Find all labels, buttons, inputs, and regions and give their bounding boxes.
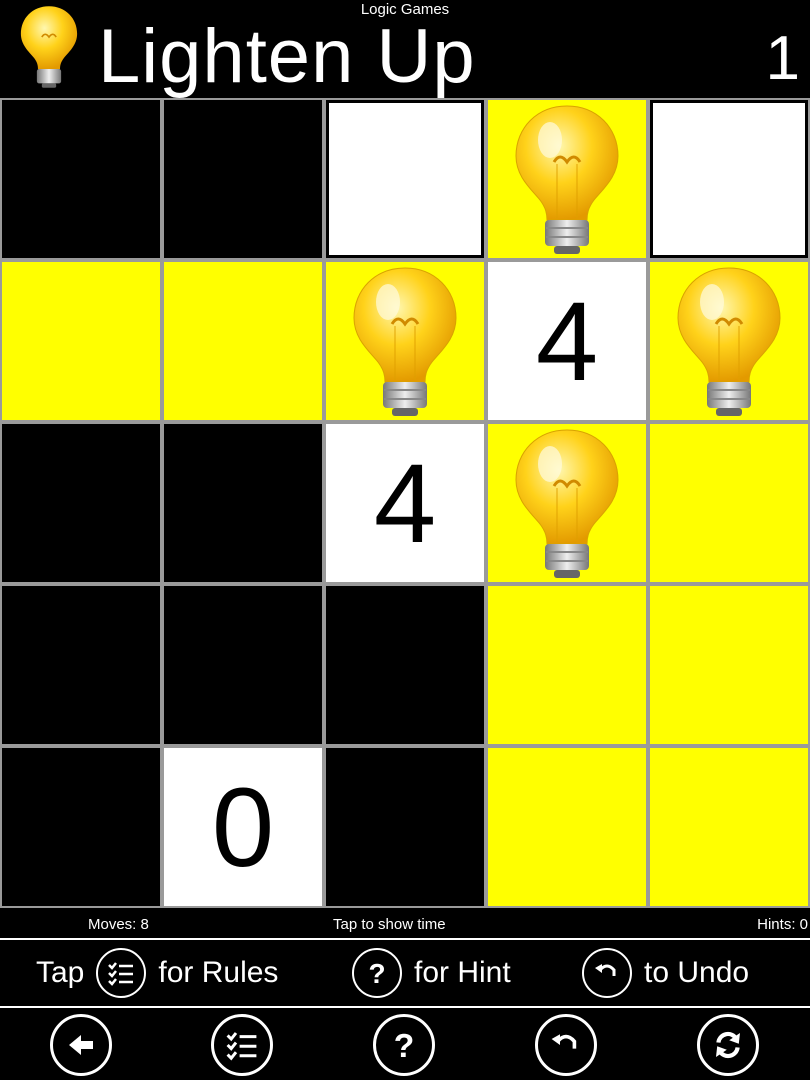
- bulb-cell[interactable]: [650, 262, 808, 420]
- cell-number: 4: [535, 278, 599, 404]
- unlit-cell[interactable]: [326, 100, 484, 258]
- lightbulb-logo-icon: [20, 6, 78, 88]
- help-rules-label: for Rules: [158, 956, 279, 989]
- back-icon: [69, 1035, 93, 1055]
- help-bar: Tap for Rules ? for Hint to Undo: [0, 938, 810, 1008]
- lit-cell[interactable]: [2, 262, 160, 420]
- level-number: 1: [765, 24, 800, 93]
- wall-cell: [164, 424, 322, 582]
- lit-cell[interactable]: [164, 262, 322, 420]
- lit-cell[interactable]: [488, 748, 646, 906]
- wall-cell: [2, 100, 160, 258]
- undo-icon: [582, 948, 632, 998]
- bulb-cell[interactable]: [326, 262, 484, 420]
- toolbar: ?: [0, 1008, 810, 1080]
- undo-button[interactable]: [535, 1014, 597, 1076]
- wall-cell: [164, 586, 322, 744]
- lightbulb-icon: [515, 429, 619, 578]
- wall-cell: [2, 748, 160, 906]
- wall-cell: [164, 100, 322, 258]
- rules-list-icon: [96, 948, 147, 998]
- hint-icon: ?: [352, 948, 402, 998]
- lit-cell[interactable]: [650, 748, 808, 906]
- lightbulb-icon: [353, 267, 457, 416]
- bulb-cell[interactable]: [488, 100, 646, 258]
- status-bar: Moves: 8 Tap to show time Hints: 0: [0, 910, 810, 938]
- numbered-wall-cell: 0: [164, 748, 322, 906]
- game-title: Lighten Up: [98, 14, 476, 99]
- hint-button[interactable]: ?: [373, 1014, 435, 1076]
- lit-cell[interactable]: [488, 586, 646, 744]
- rules-list-icon: [226, 1032, 257, 1061]
- cell-number: 4: [373, 440, 437, 566]
- timer-toggle[interactable]: Tap to show time: [333, 916, 446, 933]
- back-button[interactable]: [50, 1014, 112, 1076]
- lightbulb-icon: [515, 105, 619, 254]
- lightbulb-icon: [677, 267, 781, 416]
- moves-counter: Moves: 8: [88, 916, 149, 933]
- help-tap-label: Tap: [36, 956, 85, 989]
- unlit-cell[interactable]: [650, 100, 808, 258]
- wall-cell: [326, 748, 484, 906]
- wall-cell: [326, 586, 484, 744]
- svg-text:?: ?: [394, 1028, 415, 1063]
- help-undo-label: to Undo: [644, 956, 750, 989]
- undo-icon: [551, 1034, 577, 1049]
- restart-button[interactable]: [697, 1014, 759, 1076]
- wall-cell: [2, 424, 160, 582]
- lit-cell[interactable]: [650, 424, 808, 582]
- cell-number: 0: [211, 764, 275, 890]
- restart-icon: [716, 1031, 740, 1059]
- puzzle-grid: 4 4 0: [0, 98, 810, 908]
- svg-text:?: ?: [368, 958, 385, 988]
- lit-cell[interactable]: [650, 586, 808, 744]
- help-hint-label: for Hint: [414, 956, 511, 989]
- bulb-cell[interactable]: [488, 424, 646, 582]
- header-bar: Logic Games Lighten Up 1: [0, 0, 810, 99]
- wall-cell: [2, 586, 160, 744]
- rules-button[interactable]: [211, 1014, 273, 1076]
- hints-counter: Hints: 0: [757, 916, 808, 933]
- numbered-wall-cell: 4: [488, 262, 646, 420]
- hint-icon: ?: [394, 1028, 415, 1063]
- numbered-wall-cell: 4: [326, 424, 484, 582]
